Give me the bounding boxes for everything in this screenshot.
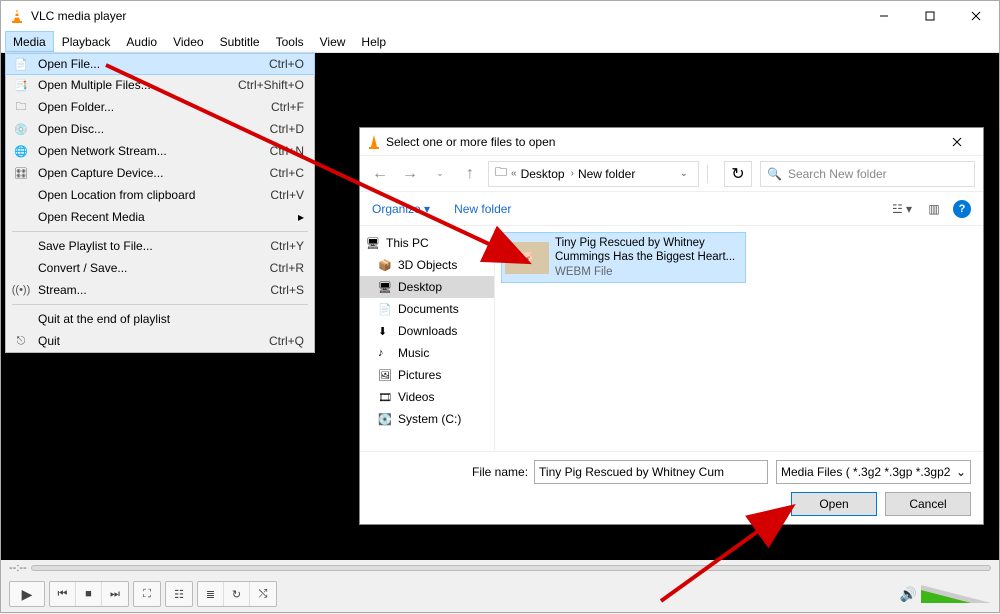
file-item-selected[interactable]: 🐷 Tiny Pig Rescued by Whitney Cummings H…: [501, 232, 746, 283]
menu-subtitle[interactable]: Subtitle: [212, 31, 268, 52]
dialog-nav: ← → ⌄ ↑ 🗀 « Desktop › New folder ⌄ ↻ 🔍 S…: [360, 156, 983, 192]
dialog-toolbar: Organize ▾ New folder ☳ ▾ ▥ ?: [360, 192, 983, 226]
stop-button[interactable]: ■: [76, 582, 102, 606]
dialog-close-button[interactable]: [937, 130, 977, 154]
seek-time: --:--: [9, 562, 27, 574]
search-placeholder: Search New folder: [788, 167, 887, 181]
nav-back-button[interactable]: ←: [368, 162, 392, 186]
menu-audio[interactable]: Audio: [118, 31, 165, 52]
vlc-icon: [9, 8, 25, 24]
menu-item[interactable]: 🌐Open Network Stream...Ctrl+N: [6, 140, 314, 162]
window-controls: [861, 1, 999, 31]
tree-item[interactable]: ⬇Downloads: [360, 320, 494, 342]
vlc-icon: [366, 134, 382, 150]
menu-playback[interactable]: Playback: [54, 31, 119, 52]
menu-item[interactable]: ⎋QuitCtrl+Q: [6, 330, 314, 352]
ext-settings-button[interactable]: ☷: [166, 582, 192, 606]
menu-item[interactable]: 💿Open Disc...Ctrl+D: [6, 118, 314, 140]
refresh-button[interactable]: ↻: [724, 161, 752, 187]
volume-slider[interactable]: [921, 585, 991, 603]
dialog-body: 🖥This PC📦3D Objects🖥Desktop📄Documents⬇Do…: [360, 226, 983, 451]
tree-item[interactable]: 💽System (C:): [360, 408, 494, 430]
tree-this-pc[interactable]: 🖥This PC: [360, 232, 494, 254]
chevron-icon: ›: [571, 168, 574, 179]
dialog-title: Select one or more files to open: [386, 135, 937, 149]
help-button[interactable]: ?: [953, 200, 971, 218]
nav-forward-button: →: [398, 162, 422, 186]
volume-control[interactable]: 🔊: [900, 585, 991, 603]
filename-label: File name:: [472, 465, 528, 479]
menu-video[interactable]: Video: [165, 31, 211, 52]
breadcrumb[interactable]: 🗀 « Desktop › New folder ⌄: [488, 161, 699, 187]
shuffle-button[interactable]: ⤭: [250, 582, 276, 606]
view-options-button[interactable]: ☳ ▾: [889, 198, 915, 220]
breadcrumb-dropdown[interactable]: ⌄: [680, 168, 688, 179]
open-button[interactable]: Open: [791, 492, 877, 516]
breadcrumb-newfolder[interactable]: New folder: [578, 167, 635, 181]
menubar: Media Playback Audio Video Subtitle Tool…: [1, 31, 999, 53]
tree-item[interactable]: ♪Music: [360, 342, 494, 364]
titlebar: VLC media player: [1, 1, 999, 31]
file-type-label: WEBM File: [555, 265, 742, 279]
seekbar[interactable]: [31, 565, 991, 571]
dialog-footer: File name: Media Files ( *.3g2 *.3gp *.3…: [360, 451, 983, 524]
seekbar-row: --:--: [1, 560, 999, 576]
search-icon: 🔍: [767, 167, 782, 181]
tree-item[interactable]: 📄Documents: [360, 298, 494, 320]
new-folder-button[interactable]: New folder: [454, 202, 511, 216]
file-name: Tiny Pig Rescued by Whitney Cummings Has…: [555, 236, 742, 265]
play-button[interactable]: ▶: [10, 582, 44, 606]
next-button[interactable]: ⏭: [102, 582, 128, 606]
search-input[interactable]: 🔍 Search New folder: [760, 161, 975, 187]
preview-toggle-button[interactable]: ▥: [921, 198, 947, 220]
filetype-dropdown[interactable]: Media Files ( *.3g2 *.3gp *.3gp2⌄: [776, 460, 971, 484]
fullscreen-button[interactable]: ⛶: [134, 582, 160, 606]
breadcrumb-desktop[interactable]: Desktop: [521, 167, 565, 181]
nav-recent-button[interactable]: ⌄: [428, 162, 452, 186]
file-list[interactable]: 🐷 Tiny Pig Rescued by Whitney Cummings H…: [495, 226, 983, 451]
loop-button[interactable]: ↻: [224, 582, 250, 606]
filename-input[interactable]: [534, 460, 768, 484]
menu-item[interactable]: Open Recent Media▸: [6, 206, 314, 228]
main-window: VLC media player Media Playback Audio Vi…: [0, 0, 1000, 613]
menu-media[interactable]: Media: [5, 31, 54, 52]
cancel-button[interactable]: Cancel: [885, 492, 971, 516]
tree-item[interactable]: 🖼Pictures: [360, 364, 494, 386]
chevron-icon: «: [511, 168, 517, 179]
dialog-titlebar: Select one or more files to open: [360, 128, 983, 156]
menu-item[interactable]: ((•))Stream...Ctrl+S: [6, 279, 314, 301]
nav-tree[interactable]: 🖥This PC📦3D Objects🖥Desktop📄Documents⬇Do…: [360, 226, 495, 451]
maximize-button[interactable]: [907, 1, 953, 31]
menu-item[interactable]: Save Playlist to File...Ctrl+Y: [6, 235, 314, 257]
nav-up-button[interactable]: ↑: [458, 162, 482, 186]
window-title: VLC media player: [31, 9, 126, 23]
minimize-button[interactable]: [861, 1, 907, 31]
media-dropdown: 📄Open File...Ctrl+O📑Open Multiple Files.…: [5, 53, 315, 353]
tree-item[interactable]: 🎞Videos: [360, 386, 494, 408]
menu-item[interactable]: Convert / Save...Ctrl+R: [6, 257, 314, 279]
menu-item[interactable]: 📑Open Multiple Files...Ctrl+Shift+O: [6, 74, 314, 96]
tree-item[interactable]: 🖥Desktop: [360, 276, 494, 298]
playback-controls: ▶ ⏮ ■ ⏭ ⛶ ☷ ≣ ↻ ⤭ 🔊: [1, 576, 999, 612]
menu-tools[interactable]: Tools: [268, 31, 312, 52]
menu-item[interactable]: 📄Open File...Ctrl+O: [5, 53, 315, 75]
menu-help[interactable]: Help: [353, 31, 394, 52]
menu-item[interactable]: 🎛Open Capture Device...Ctrl+C: [6, 162, 314, 184]
tree-item[interactable]: 📦3D Objects: [360, 254, 494, 276]
menu-item[interactable]: 🗀Open Folder...Ctrl+F: [6, 96, 314, 118]
organize-button[interactable]: Organize ▾: [372, 202, 430, 216]
close-button[interactable]: [953, 1, 999, 31]
menu-item[interactable]: Quit at the end of playlist: [6, 308, 314, 330]
menu-item[interactable]: Open Location from clipboardCtrl+V: [6, 184, 314, 206]
file-open-dialog: Select one or more files to open ← → ⌄ ↑…: [359, 127, 984, 525]
playlist-button[interactable]: ≣: [198, 582, 224, 606]
file-thumbnail: 🐷: [505, 242, 549, 274]
menu-view[interactable]: View: [312, 31, 354, 52]
folder-icon: 🗀: [495, 163, 507, 184]
speaker-icon[interactable]: 🔊: [900, 586, 917, 603]
prev-button[interactable]: ⏮: [50, 582, 76, 606]
